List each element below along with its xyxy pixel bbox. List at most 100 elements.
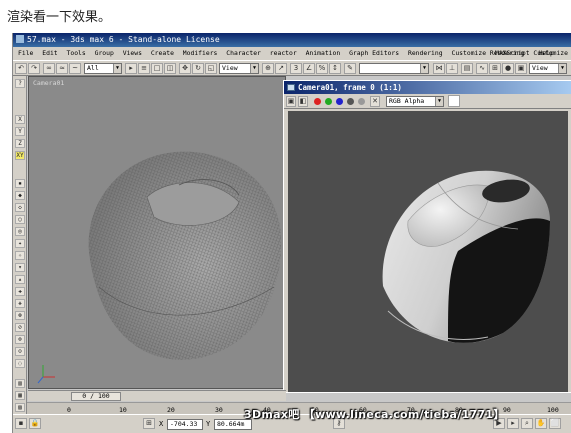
chevron-down-icon: ▼ <box>420 64 428 73</box>
color-swatch[interactable] <box>448 95 460 107</box>
select-by-name-icon[interactable]: ≡ <box>138 63 150 74</box>
clear-icon[interactable]: ✕ <box>370 96 380 107</box>
tool-icon-14[interactable]: ⊗ <box>15 335 25 344</box>
x-coordinate-label: X <box>159 420 164 428</box>
time-slider[interactable]: 0 / 100 <box>71 392 121 401</box>
axis-x-button[interactable]: X <box>15 115 25 124</box>
tool-icon-4[interactable]: ○ <box>15 215 25 224</box>
move-icon[interactable]: ✥ <box>179 63 191 74</box>
ruler-tick: 20 <box>167 406 175 414</box>
named-selection-sets-dropdown[interactable]: ▼ <box>359 63 429 74</box>
monochrome-icon[interactable] <box>358 98 365 105</box>
menu-reactor[interactable]: reactor <box>270 47 297 60</box>
frame-window-title: Camera01, frame 0 (1:1) <box>298 83 402 92</box>
tool-icon-6[interactable]: ✦ <box>15 239 25 248</box>
render-type-dropdown[interactable]: View ▼ <box>529 63 567 74</box>
menu-edit[interactable]: Edit <box>42 47 57 60</box>
axis-xy-button[interactable]: XY <box>15 151 25 160</box>
menu-group[interactable]: Group <box>95 47 114 60</box>
zoom-icon[interactable]: ⌕ <box>521 418 533 429</box>
schematic-view-icon[interactable]: ⊞ <box>489 63 501 74</box>
snap-toggle-icon[interactable]: 3 <box>290 63 302 74</box>
region-select-icon[interactable]: □ <box>151 63 163 74</box>
axis-y-button[interactable]: Y <box>15 127 25 136</box>
menu-rendering-2[interactable]: Rendering <box>490 47 525 60</box>
tool-icon-5[interactable]: ◎ <box>15 227 25 236</box>
menu-file[interactable]: File <box>18 47 33 60</box>
menu-graph-editors[interactable]: Graph Editors <box>349 47 399 60</box>
menu-character[interactable]: Character <box>226 47 261 60</box>
render-scene-icon[interactable]: ▣ <box>515 63 527 74</box>
channel-display-dropdown[interactable]: RGB Alpha ▼ <box>386 96 444 107</box>
tool-icon-11[interactable]: ⚹ <box>15 299 25 308</box>
tool-icon-3[interactable]: ◇ <box>15 203 25 212</box>
camera-viewport[interactable]: Camera01 <box>28 76 286 389</box>
angle-snap-icon[interactable]: ∠ <box>303 63 315 74</box>
link-icon[interactable]: ∞ <box>43 63 55 74</box>
unlink-icon[interactable]: ≈ <box>56 63 68 74</box>
menu-customize-2[interactable]: Customize <box>533 47 568 60</box>
clone-window-icon[interactable]: ◧ <box>298 96 308 107</box>
tool-icon-2[interactable]: ◆ <box>15 191 25 200</box>
question-icon[interactable]: ? <box>15 79 25 88</box>
menu-rendering[interactable]: Rendering <box>408 47 443 60</box>
menu-animation[interactable]: Animation <box>306 47 341 60</box>
lock-selection-icon[interactable]: 🔒 <box>29 418 41 429</box>
next-frame-icon[interactable]: ▸ <box>507 418 519 429</box>
scale-icon[interactable]: ◱ <box>205 63 217 74</box>
curve-editor-icon[interactable]: ∿ <box>476 63 488 74</box>
tool-icon-8[interactable]: ▾ <box>15 263 25 272</box>
blue-channel-icon[interactable] <box>336 98 343 105</box>
wireframe-mouse-model[interactable] <box>29 77 285 388</box>
maxscript-listener-icon[interactable]: ▪ <box>15 418 27 429</box>
spinner-snap-icon[interactable]: ↕ <box>329 63 341 74</box>
rotate-icon[interactable]: ↻ <box>192 63 204 74</box>
menu-tools[interactable]: Tools <box>67 47 86 60</box>
tool-icon-9[interactable]: ▴ <box>15 275 25 284</box>
menu-customize[interactable]: Customize <box>451 47 486 60</box>
reference-coordinate-dropdown[interactable]: View ▼ <box>219 63 259 74</box>
absolute-mode-icon[interactable]: ⊞ <box>143 418 155 429</box>
tool-icon-15[interactable]: ⊙ <box>15 347 25 356</box>
tool-icon-12[interactable]: ⊛ <box>15 311 25 320</box>
tool-icon-13[interactable]: ⊘ <box>15 323 25 332</box>
selection-filter-dropdown[interactable]: All ▼ <box>84 63 122 74</box>
maximize-viewport-icon[interactable]: ⬜ <box>549 418 561 429</box>
pan-icon[interactable]: ✋ <box>535 418 547 429</box>
x-coordinate-field[interactable]: -704.33 <box>167 419 203 430</box>
alpha-channel-icon[interactable] <box>347 98 354 105</box>
named-selection-icon[interactable]: ✎ <box>344 63 356 74</box>
align-icon[interactable]: ⊥ <box>446 63 458 74</box>
time-slider-bar: 0 / 100 <box>28 390 286 401</box>
select-manipulate-icon[interactable]: ↗ <box>275 63 287 74</box>
menu-modifiers[interactable]: Modifiers <box>183 47 218 60</box>
3dsmax-window: 57.max - 3ds max 6 - Stand-alone License… <box>12 33 571 433</box>
tool-icon-1[interactable]: ▪ <box>15 179 25 188</box>
tool-icon-17[interactable]: ▥ <box>15 379 25 388</box>
redo-icon[interactable]: ↷ <box>28 63 40 74</box>
save-bitmap-icon[interactable]: ▣ <box>286 96 296 107</box>
mirror-icon[interactable]: ⋈ <box>433 63 445 74</box>
pivot-center-icon[interactable]: ⊕ <box>262 63 274 74</box>
menu-views[interactable]: Views <box>123 47 142 60</box>
axis-z-button[interactable]: Z <box>15 139 25 148</box>
window-crossing-icon[interactable]: ◫ <box>164 63 176 74</box>
tool-icon-7[interactable]: ✧ <box>15 251 25 260</box>
ruler-tick: 0 <box>67 406 71 414</box>
red-channel-icon[interactable] <box>314 98 321 105</box>
bind-space-warp-icon[interactable]: ~ <box>69 63 81 74</box>
tool-icon-18[interactable]: ▦ <box>15 391 25 400</box>
select-object-icon[interactable]: ▸ <box>125 63 137 74</box>
tool-icon-10[interactable]: ✚ <box>15 287 25 296</box>
green-channel-icon[interactable] <box>325 98 332 105</box>
frame-window-title-bar[interactable]: Camera01, frame 0 (1:1) <box>284 81 571 94</box>
undo-icon[interactable]: ↶ <box>15 63 27 74</box>
percent-snap-icon[interactable]: % <box>316 63 328 74</box>
chevron-down-icon: ▼ <box>250 64 258 73</box>
menu-create[interactable]: Create <box>151 47 174 60</box>
tool-icon-19[interactable]: ▧ <box>15 403 25 412</box>
layer-manager-icon[interactable]: ▤ <box>461 63 473 74</box>
tool-icon-16[interactable]: ◌ <box>15 359 25 368</box>
material-editor-icon[interactable]: ● <box>502 63 514 74</box>
main-toolbar: ↶ ↷ ∞ ≈ ~ All ▼ ▸ ≡ □ ◫ ✥ ↻ ◱ View ▼ ⊕ ↗ 3… <box>13 60 571 76</box>
